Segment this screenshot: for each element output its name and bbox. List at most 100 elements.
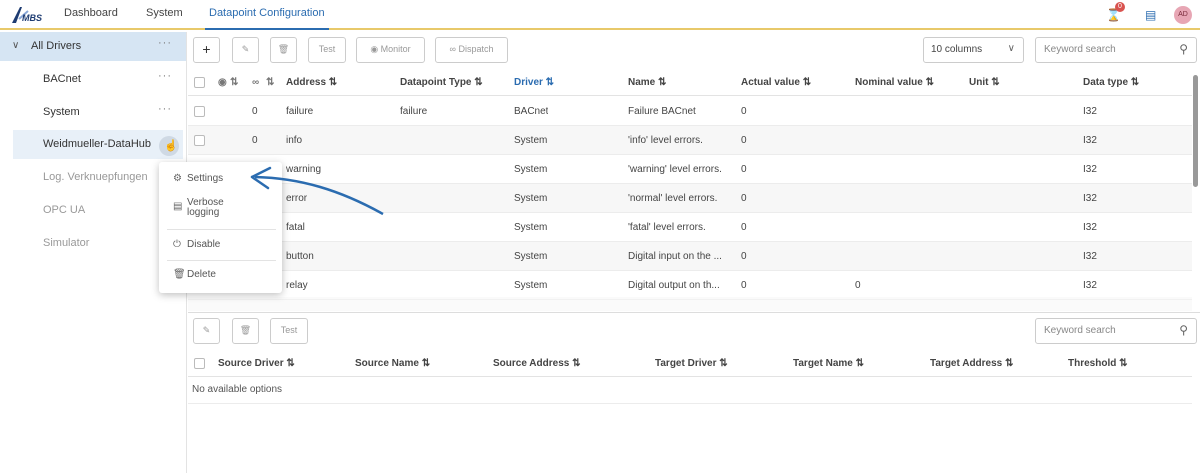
trash-icon: 🗑	[277, 44, 290, 54]
col-source-name[interactable]: Source Name ⇅	[355, 358, 430, 369]
more-icon[interactable]: ···	[158, 70, 172, 82]
add-button[interactable]: +	[193, 37, 220, 63]
cell-actual: 0	[741, 106, 747, 117]
gear-icon: ⚙	[173, 173, 182, 184]
menu-item-disable[interactable]: ⏻ Disable	[173, 239, 220, 250]
col-datapoint-type[interactable]: Datapoint Type ⇅	[400, 77, 483, 88]
more-icon[interactable]: ···	[158, 103, 172, 115]
search-icon: ⚲	[1179, 323, 1188, 337]
table-row[interactable]: button System Digital input on the ... 0 I32	[188, 242, 1192, 271]
avatar[interactable]: AD	[1174, 6, 1192, 24]
partial-row	[188, 297, 1192, 311]
dispatch-button[interactable]: ∞ Dispatch	[435, 37, 508, 63]
link-delete-button[interactable]: 🗑	[232, 318, 259, 344]
cell-name: 'info' level errors.	[628, 135, 703, 146]
cell-address: error	[286, 193, 308, 204]
cell-driver: System	[514, 164, 548, 175]
table-header: ◉ ⇅ ∞ ⇅ Address ⇅ Datapoint Type ⇅ Drive…	[188, 69, 1192, 96]
row-checkbox[interactable]	[194, 135, 205, 146]
chevron-down-icon: ∨	[1007, 43, 1015, 54]
select-all-checkbox[interactable]	[194, 358, 205, 369]
cell-name: 'fatal' level errors.	[628, 222, 706, 233]
table-row[interactable]: 0 failure failure BACnet Failure BACnet 0 I32	[188, 97, 1192, 126]
cell-name: Digital input on the ...	[628, 251, 722, 262]
table-row[interactable]: relay System Digital output on th... 0 0 I32	[188, 271, 1192, 300]
col-nominal-value[interactable]: Nominal value ⇅	[855, 77, 934, 88]
cell-driver: System	[514, 135, 548, 146]
col-threshold[interactable]: Threshold ⇅	[1068, 358, 1128, 369]
sidebar-item-all-drivers[interactable]: ∨ All Drivers ···	[0, 32, 186, 61]
hand-cursor-icon: ☝	[164, 140, 178, 152]
sidebar-item-system[interactable]: System ···	[0, 98, 186, 127]
menu-item-settings[interactable]: ⚙ Settings	[173, 173, 223, 184]
sidebar-item-label: Weidmueller-DataHub	[43, 138, 152, 150]
col-label: Nominal value	[855, 77, 923, 88]
col-source-driver[interactable]: Source Driver ⇅	[218, 358, 295, 369]
test-button[interactable]: Test	[308, 37, 346, 63]
nav-system[interactable]: System	[146, 7, 183, 19]
table-row[interactable]: warning System 'warning' level errors. 0 I32	[188, 155, 1192, 184]
link-edit-button[interactable]: ✎	[193, 318, 220, 344]
col-driver[interactable]: Driver ⇅	[514, 77, 554, 88]
search-placeholder: Keyword search	[1044, 44, 1116, 55]
col-data-type[interactable]: Data type ⇅	[1083, 77, 1139, 88]
sort-icon[interactable]: ⇅	[230, 77, 238, 88]
menu-item-label: Delete	[187, 269, 216, 280]
divider	[188, 403, 1192, 404]
cell-type: failure	[400, 106, 428, 117]
search-placeholder: Keyword search	[1044, 325, 1116, 336]
sidebar-item-bacnet[interactable]: BACnet ···	[0, 65, 186, 94]
monitor-label: Monitor	[380, 44, 411, 54]
chevron-down-icon[interactable]: ∨	[12, 40, 19, 51]
table-scrollbar[interactable]	[1193, 75, 1198, 187]
monitor-button[interactable]: ◉ Monitor	[356, 37, 425, 63]
table-row[interactable]: error System 'normal' level errors. 0 I32	[188, 184, 1192, 213]
cell-dtype: I32	[1083, 222, 1097, 233]
menu-item-label: Settings	[187, 173, 224, 184]
cell-driver: BACnet	[514, 106, 549, 117]
col-target-name[interactable]: Target Name ⇅	[793, 358, 864, 369]
link-keyword-search-input[interactable]: Keyword search ⚲	[1035, 318, 1197, 344]
panel-divider	[188, 312, 1200, 313]
menu-item-verbose-logging[interactable]: ▤ Verbose logging	[173, 198, 224, 218]
menu-divider	[167, 229, 276, 230]
menu-item-label: Verbose logging	[187, 197, 224, 218]
nav-datapoint-configuration[interactable]: Datapoint Configuration	[205, 7, 329, 30]
columns-value: 10 columns	[931, 44, 983, 55]
select-all-checkbox[interactable]	[194, 77, 205, 88]
cell-dtype: I32	[1083, 193, 1097, 204]
sort-icon[interactable]: ⇅	[266, 77, 274, 88]
link-test-button[interactable]: Test	[270, 318, 308, 344]
keyword-search-input[interactable]: Keyword search ⚲	[1035, 37, 1197, 63]
col-unit[interactable]: Unit ⇅	[969, 77, 1000, 88]
col-address[interactable]: Address ⇅	[286, 77, 337, 88]
menu-item-delete[interactable]: 🗑Delete	[173, 269, 216, 280]
delete-button[interactable]: 🗑	[270, 37, 297, 63]
sidebar-item-label: All Drivers	[31, 40, 82, 52]
cell-address: info	[286, 135, 303, 146]
menu-divider	[167, 260, 276, 261]
table-row[interactable]: fatal System 'fatal' level errors. 0 I32	[188, 213, 1192, 242]
cell-actual: 0	[741, 280, 747, 291]
sidebar-item-label: BACnet	[43, 73, 81, 85]
sidebar-item-weidmueller-datahub[interactable]: Weidmueller-DataHub	[13, 130, 183, 159]
columns-select[interactable]: 10 columns ∨	[923, 37, 1024, 63]
col-target-driver[interactable]: Target Driver ⇅	[655, 358, 728, 369]
table-row[interactable]: 0 info System 'info' level errors. 0 I32	[188, 126, 1192, 155]
col-actual-value[interactable]: Actual value ⇅	[741, 77, 811, 88]
col-label: Data type	[1083, 77, 1129, 88]
col-label: Driver	[514, 77, 543, 88]
more-icon[interactable]: ···	[158, 37, 172, 49]
col-name[interactable]: Name ⇅	[628, 77, 666, 88]
row-checkbox[interactable]	[194, 106, 205, 117]
nav-dashboard[interactable]: Dashboard	[64, 7, 118, 19]
document-icon[interactable]: ▤	[1145, 8, 1156, 22]
dispatch-label: Dispatch	[458, 44, 494, 54]
col-target-address[interactable]: Target Address ⇅	[930, 358, 1013, 369]
edit-button[interactable]: ✎	[232, 37, 259, 63]
trash-icon: 🗑	[239, 325, 252, 335]
notification-badge: 0	[1115, 2, 1125, 12]
col-source-address[interactable]: Source Address ⇅	[493, 358, 581, 369]
sidebar-item-label: System	[43, 106, 80, 118]
cell-dtype: I32	[1083, 135, 1097, 146]
